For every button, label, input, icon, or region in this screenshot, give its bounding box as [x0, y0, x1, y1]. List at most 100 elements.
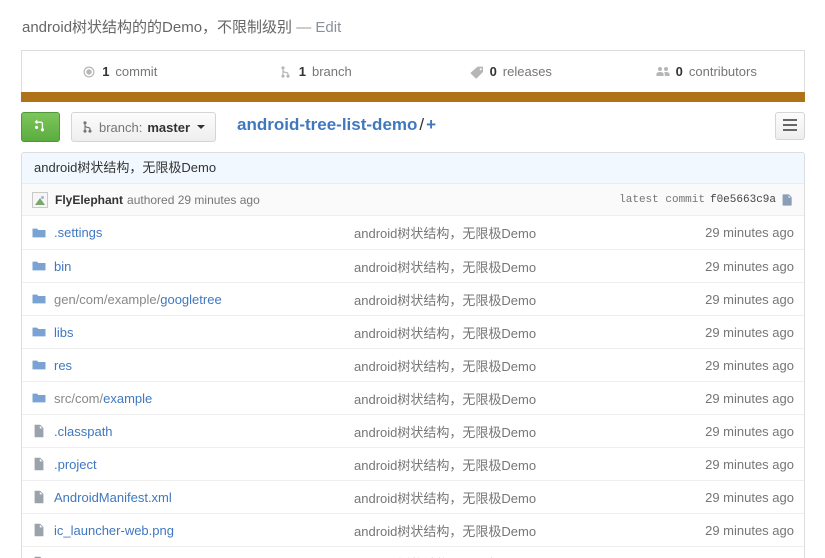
file-path-prefix: src/com/ [54, 390, 104, 406]
branch-selector-label: branch: [99, 119, 143, 135]
avatar [32, 191, 48, 208]
file-name-link[interactable]: gen/com/example/googletree [54, 292, 354, 307]
repository-summary-bar: 1 commit 1 branch 0 releases 0 contribut… [21, 50, 805, 92]
file-commit-message[interactable]: android树状结构，无限极Demo [354, 521, 674, 540]
file-name-text: AndroidManifest.xml [54, 489, 172, 505]
file-commit-message[interactable]: android树状结构，无限极Demo [354, 488, 674, 507]
description-dash: — [296, 19, 312, 36]
compare-pull-request-button[interactable] [21, 112, 60, 142]
file-row[interactable]: AndroidManifest.xml android树状结构，无限极Demo 29… [22, 480, 804, 513]
summary-branches[interactable]: 1 branch [218, 64, 414, 79]
file-name-text: ic_launcher-web.png [54, 522, 174, 538]
file-row[interactable]: libs android树状结构，无限极Demo 29 minutes ago [22, 315, 804, 348]
file-row[interactable]: .classpath android树状结构，无限极Demo 29 minutes … [22, 414, 804, 447]
commit-icon [82, 65, 96, 79]
summary-releases[interactable]: 0 releases [413, 64, 609, 79]
file-commit-age: 29 minutes ago [705, 522, 794, 538]
commit-sha-link[interactable]: f0e5663c9a [710, 194, 776, 206]
file-row[interactable]: gen/com/example/googletree android树状结构，无限… [22, 282, 804, 315]
clipboard-copy-icon[interactable] [781, 193, 794, 207]
file-commit-message[interactable]: android树状结构，无限极Demo [354, 455, 674, 474]
branches-count: 1 [298, 64, 306, 79]
file-row[interactable]: bin android树状结构，无限极Demo 29 minutes ago [22, 249, 804, 282]
branch-selector-value: master [147, 119, 191, 135]
file-name-link[interactable]: .settings [54, 225, 354, 240]
file-commit-message[interactable]: android树状结构，无限极Demo [354, 389, 674, 408]
file-row[interactable]: res android树状结构，无限极Demo 29 minutes ago [22, 348, 804, 381]
file-row[interactable]: proguard-project.txtandroid树状结构，无限极Demo2… [22, 546, 804, 558]
file-commit-message[interactable]: android树状结构，无限极Demo [354, 422, 674, 441]
file-commit-message[interactable]: android树状结构，无限极Demo [354, 290, 674, 309]
file-name-link[interactable]: libs [54, 325, 354, 340]
language-segment-java[interactable] [21, 92, 805, 102]
file-name-link[interactable]: .project [54, 457, 354, 472]
list-view-icon [783, 118, 797, 134]
file-icon [32, 490, 54, 504]
people-icon [656, 65, 670, 79]
git-branch-icon [82, 120, 94, 134]
file-commit-age: 29 minutes ago [705, 258, 794, 274]
branch-selector[interactable]: branch: master [71, 112, 217, 142]
file-path-prefix: gen/com/example/ [54, 291, 161, 307]
file-name-text: bin [54, 258, 72, 274]
file-commit-age: 29 minutes ago [705, 489, 794, 505]
breadcrumb-repo-link[interactable]: android-tree-list-demo [237, 115, 417, 134]
file-name-link[interactable]: src/com/example [54, 391, 354, 406]
contributors-label: contributors [688, 64, 757, 79]
summary-commits[interactable]: 1 commit [22, 64, 218, 79]
compare-pull-request-icon [33, 118, 48, 136]
summary-contributors[interactable]: 0 contributors [609, 64, 805, 79]
file-name-link[interactable]: bin [54, 259, 354, 274]
file-commit-message[interactable]: android树状结构，无限极Demo [354, 356, 674, 375]
file-list-table: android树状结构，无限极Demo FlyElephant authored… [21, 152, 805, 558]
file-commit-age: 29 minutes ago [705, 456, 794, 472]
list-view-toggle-button[interactable] [775, 112, 805, 140]
file-commit-message[interactable]: android树状结构，无限极Demo [354, 257, 674, 276]
file-commit-message[interactable]: android树状结构，无限极Demo [354, 323, 674, 342]
folder-icon [32, 226, 54, 240]
folder-icon [32, 358, 54, 372]
file-commit-age: 29 minutes ago [705, 390, 794, 406]
contributors-count: 0 [675, 64, 683, 79]
file-name-link[interactable]: AndroidManifest.xml [54, 490, 354, 505]
file-name-link[interactable]: res [54, 358, 354, 373]
folder-icon [32, 391, 54, 405]
file-commit-message[interactable]: android树状结构，无限极Demo [354, 554, 674, 558]
file-row[interactable]: ic_launcher-web.png android树状结构，无限极Demo 29… [22, 513, 804, 546]
language-bar [21, 92, 805, 102]
file-icon [32, 424, 54, 438]
file-name-text: .project [54, 456, 97, 472]
file-row[interactable]: src/com/example android树状结构，无限极Demo 29 min… [22, 381, 804, 414]
file-row[interactable]: .project android树状结构，无限极Demo 29 minutes ag… [22, 447, 804, 480]
branches-label: branch [311, 64, 352, 79]
edit-description-link[interactable]: Edit [315, 19, 341, 36]
commit-author-link[interactable]: FlyElephant [55, 193, 123, 207]
commits-label: commit [115, 64, 158, 79]
file-name-link[interactable]: ic_launcher-web.png [54, 523, 354, 538]
file-commit-age: 29 minutes ago [705, 291, 794, 307]
releases-count: 0 [489, 64, 497, 79]
folder-icon [32, 325, 54, 339]
branch-icon [279, 65, 293, 79]
file-icon [32, 523, 54, 537]
repository-page: android树状结构的的Demo，不限制级别 — Edit 1 commit … [0, 0, 825, 558]
create-new-file-button[interactable]: + [426, 115, 436, 134]
commit-authored-time: authored 29 minutes ago [127, 192, 260, 207]
repo-description: android树状结构的的Demo，不限制级别 — Edit [22, 16, 341, 37]
file-commit-message[interactable]: android树状结构，无限极Demo [354, 223, 674, 242]
latest-commit-meta: FlyElephant authored 29 minutes ago late… [22, 184, 804, 216]
breadcrumb: android-tree-list-demo / + [237, 115, 436, 135]
file-commit-age: 29 minutes ago [705, 357, 794, 373]
file-name-link[interactable]: .classpath [54, 424, 354, 439]
breadcrumb-separator: / [419, 115, 425, 134]
file-row[interactable]: .settings android树状结构，无限极Demo 29 minutes a… [22, 216, 804, 249]
latest-commit-message[interactable]: android树状结构，无限极Demo [22, 153, 804, 184]
chevron-down-icon [197, 125, 206, 129]
file-name-text: libs [54, 324, 74, 340]
file-name-text: .settings [54, 225, 103, 240]
file-commit-age: 29 minutes ago [705, 225, 794, 240]
releases-label: releases [502, 64, 552, 79]
repo-description-text: android树状结构的的Demo，不限制级别 [22, 19, 293, 36]
folder-icon [32, 292, 54, 306]
file-icon [32, 457, 54, 471]
